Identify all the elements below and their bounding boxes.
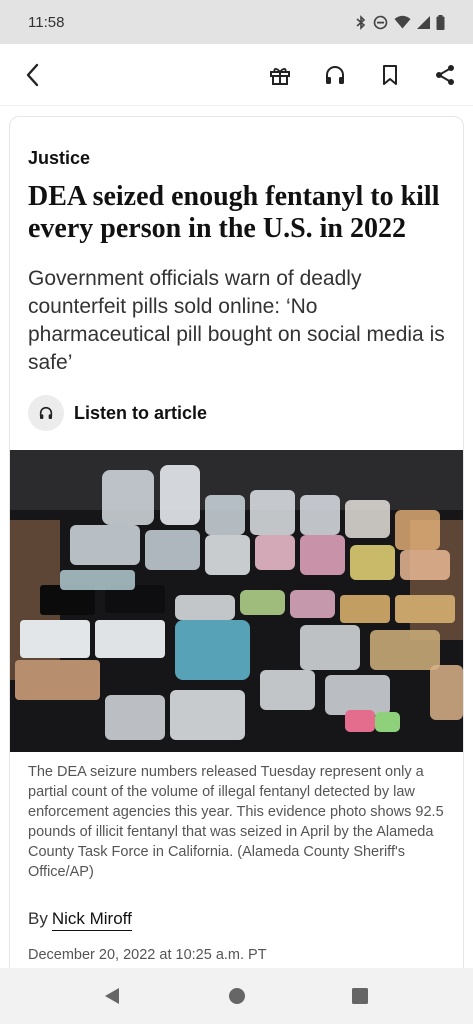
photo-caption: The DEA seizure numbers released Tuesday… bbox=[28, 764, 444, 880]
signal-icon bbox=[417, 15, 430, 29]
author-link[interactable]: Nick Miroff bbox=[51, 909, 132, 931]
byline-prefix: By bbox=[28, 909, 48, 928]
seized-fentanyl-image bbox=[10, 450, 463, 752]
status-time: 11:58 bbox=[28, 13, 65, 31]
article-subheadline: Government officials warn of deadly coun… bbox=[28, 267, 445, 374]
evidence-photo bbox=[10, 450, 463, 752]
system-back-button[interactable] bbox=[102, 986, 122, 1006]
battery-icon bbox=[436, 14, 445, 30]
wifi-icon bbox=[394, 15, 411, 29]
chevron-left-icon bbox=[26, 63, 39, 87]
gift-icon bbox=[270, 68, 290, 85]
headphones-icon bbox=[326, 66, 344, 84]
system-home-button[interactable] bbox=[227, 986, 247, 1006]
section-kicker[interactable]: Justice bbox=[28, 148, 90, 169]
byline: By Nick Miroff bbox=[28, 909, 132, 931]
share-icon bbox=[436, 65, 454, 85]
bluetooth-icon bbox=[356, 14, 366, 30]
back-button[interactable] bbox=[20, 62, 46, 88]
listen-label: Listen to article bbox=[74, 402, 208, 423]
gift-button[interactable] bbox=[266, 61, 294, 89]
article-toolbar bbox=[0, 44, 473, 106]
status-bar: 11:58 bbox=[0, 0, 473, 44]
bookmark-icon bbox=[383, 65, 397, 85]
do-not-disturb-icon bbox=[373, 15, 388, 29]
article-card: Justice DEA seized enough fentanyl to ki… bbox=[9, 116, 464, 996]
headphones-icon bbox=[39, 406, 53, 419]
back-triangle-icon bbox=[105, 988, 119, 1004]
listen-icon-circle bbox=[28, 395, 64, 431]
system-recents-button[interactable] bbox=[350, 986, 370, 1006]
listen-toolbar-button[interactable] bbox=[321, 61, 349, 89]
publish-date: December 20, 2022 at 10:25 a.m. PT bbox=[28, 947, 267, 963]
status-icons bbox=[355, 14, 445, 30]
home-circle-icon bbox=[229, 988, 245, 1004]
recents-square-icon bbox=[352, 988, 368, 1004]
listen-to-article-button[interactable]: Listen to article bbox=[28, 395, 207, 431]
share-button[interactable] bbox=[431, 61, 459, 89]
article-headline: DEA seized enough fentanyl to kill every… bbox=[28, 181, 440, 244]
bookmark-button[interactable] bbox=[376, 61, 404, 89]
system-nav-bar bbox=[0, 968, 473, 1024]
